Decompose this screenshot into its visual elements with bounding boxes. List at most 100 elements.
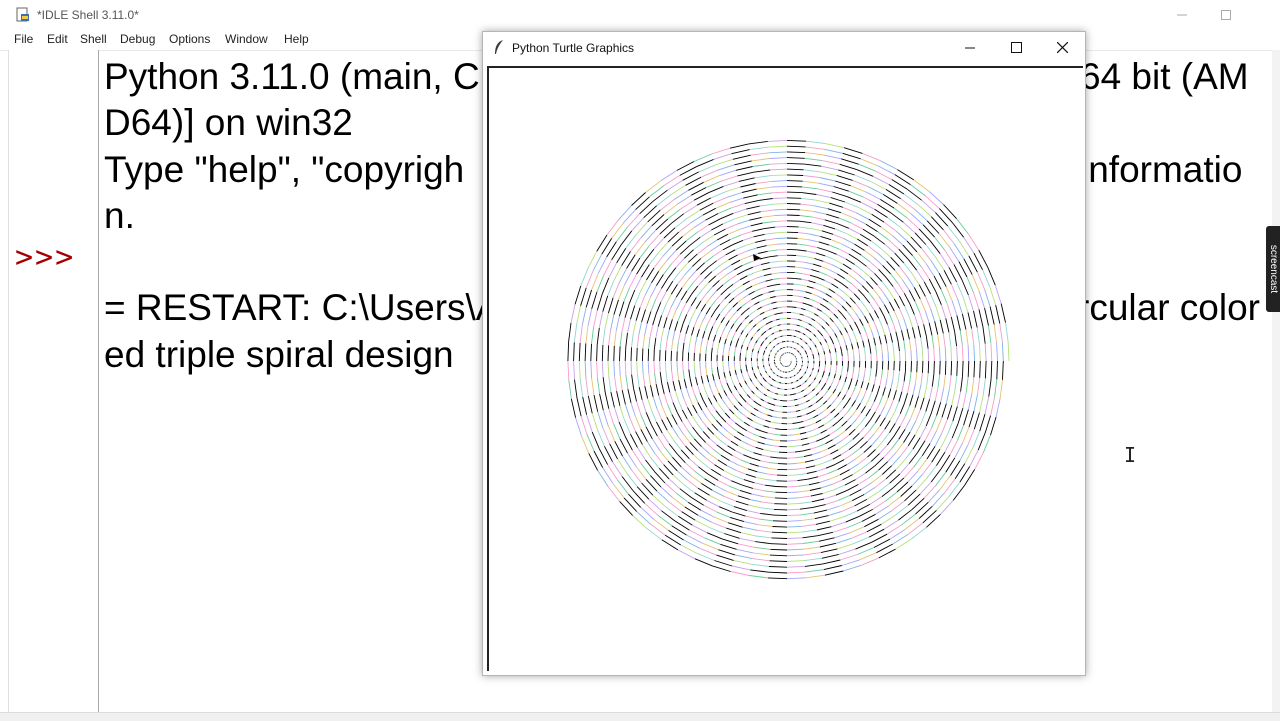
idle-title-bar: *IDLE Shell 3.11.0* xyxy=(0,0,1280,30)
spiral-segment xyxy=(920,313,924,325)
idle-scrollbar[interactable] xyxy=(1272,50,1280,715)
spiral-segment xyxy=(695,337,697,345)
spiral-segment xyxy=(895,414,900,424)
spiral-segment xyxy=(637,374,639,387)
spiral-segment xyxy=(843,264,851,269)
menu-debug[interactable]: Debug xyxy=(120,32,155,46)
spiral-segment xyxy=(845,425,851,430)
spiral-segment xyxy=(794,375,795,376)
spiral-segment xyxy=(799,352,800,353)
spiral-segment xyxy=(823,225,835,229)
spiral-segment xyxy=(803,303,808,305)
spiral-segment xyxy=(774,380,776,381)
spiral-segment xyxy=(889,290,895,299)
spiral-segment xyxy=(924,386,927,398)
spiral-segment xyxy=(642,265,650,277)
spiral-segment xyxy=(745,381,747,385)
spiral-segment xyxy=(804,341,806,343)
spiral-segment xyxy=(792,307,797,308)
spiral-segment xyxy=(697,247,707,255)
spiral-segment xyxy=(887,343,888,352)
spiral-segment xyxy=(772,349,773,350)
spiral-segment xyxy=(691,298,696,306)
spiral-segment xyxy=(865,316,869,323)
menu-shell[interactable]: Shell xyxy=(80,32,107,46)
spiral-segment xyxy=(827,251,837,255)
spiral-segment xyxy=(741,311,745,315)
spiral-segment xyxy=(874,338,876,346)
spiral-segment xyxy=(698,451,706,458)
spiral-segment xyxy=(673,331,675,341)
spiral-segment xyxy=(603,428,610,444)
spiral-segment xyxy=(813,368,814,370)
menu-edit[interactable]: Edit xyxy=(47,32,68,46)
spiral-segment xyxy=(871,412,876,420)
spiral-segment xyxy=(787,215,800,216)
spiral-segment xyxy=(896,332,898,342)
spiral-segment xyxy=(689,317,692,326)
spiral-segment xyxy=(841,450,849,455)
spiral-segment xyxy=(817,372,818,375)
spiral-segment xyxy=(721,213,734,218)
spiral-segment xyxy=(770,163,787,164)
spiral-segment xyxy=(964,259,972,275)
spiral-segment xyxy=(953,485,964,500)
spiral-segment xyxy=(810,312,814,314)
spiral-segment xyxy=(932,335,934,348)
spiral-segment xyxy=(787,209,800,210)
spiral-segment xyxy=(794,434,800,435)
spiral-segment xyxy=(662,305,666,316)
spiral-segment xyxy=(898,371,899,381)
spiral-segment xyxy=(726,321,729,326)
turtle-graphics-window[interactable]: Python Turtle Graphics xyxy=(482,31,1086,676)
spiral-segment xyxy=(709,276,716,283)
spiral-segment xyxy=(779,343,781,344)
spiral-segment xyxy=(752,352,753,355)
menu-help[interactable]: Help xyxy=(284,32,309,46)
menu-file[interactable]: File xyxy=(14,32,33,46)
spiral-segment xyxy=(837,544,853,549)
spiral-segment xyxy=(754,302,759,305)
spiral-segment xyxy=(677,342,678,352)
spiral-segment xyxy=(822,454,830,458)
spiral-segment xyxy=(673,381,675,391)
spiral-segment xyxy=(795,356,796,357)
spiral-segment xyxy=(887,261,895,270)
spiral-segment xyxy=(866,332,868,339)
turtle-minimize-button[interactable] xyxy=(947,32,993,63)
spiral-segment xyxy=(602,361,603,377)
menu-window[interactable]: Window xyxy=(225,32,268,46)
spiral-segment xyxy=(794,387,796,388)
spiral-segment xyxy=(874,539,890,547)
spiral-segment xyxy=(787,198,801,199)
spiral-segment xyxy=(738,251,747,255)
spiral-segment xyxy=(711,414,716,420)
spiral-segment xyxy=(768,433,774,434)
menu-options[interactable]: Options xyxy=(169,32,210,46)
spiral-segment xyxy=(672,415,677,425)
spiral-segment xyxy=(694,193,708,201)
spiral-segment xyxy=(951,317,954,331)
spiral-segment xyxy=(946,319,949,333)
spiral-segment xyxy=(763,497,775,498)
spiral-segment xyxy=(749,388,752,391)
turtle-canvas[interactable] xyxy=(487,66,1083,671)
spiral-segment xyxy=(707,375,709,382)
turtle-title-bar[interactable]: Python Turtle Graphics xyxy=(483,32,1085,63)
idle-minimize-button[interactable] xyxy=(1159,0,1205,30)
spiral-segment xyxy=(921,267,929,279)
screencast-recorder-tab[interactable]: screencast xyxy=(1266,226,1280,312)
spiral-segment xyxy=(907,329,909,340)
spiral-segment xyxy=(980,361,981,378)
spiral-segment xyxy=(765,298,771,300)
spiral-segment xyxy=(858,374,859,380)
spiral-segment xyxy=(597,344,598,361)
turtle-maximize-button[interactable] xyxy=(993,32,1039,63)
turtle-close-button[interactable] xyxy=(1039,32,1085,63)
spiral-segment xyxy=(755,240,766,242)
spiral-segment xyxy=(787,192,802,193)
spiral-segment xyxy=(800,326,803,327)
idle-maximize-button[interactable] xyxy=(1203,0,1249,30)
spiral-segment xyxy=(964,410,969,426)
spiral-segment xyxy=(844,511,857,517)
